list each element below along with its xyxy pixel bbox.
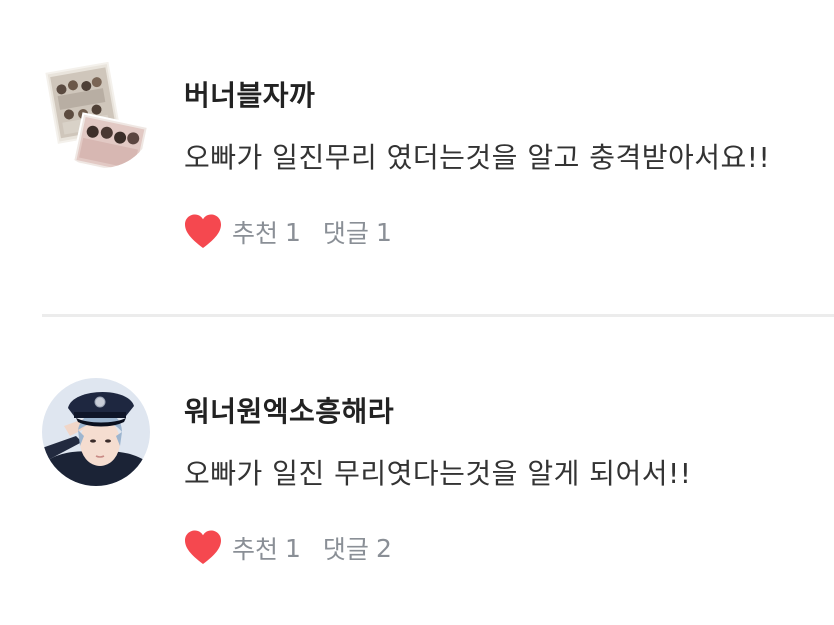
like-count: 1 <box>285 217 301 247</box>
avatar[interactable] <box>42 62 150 170</box>
like-button[interactable]: 추천 1 <box>184 214 301 250</box>
comment-actions: 추천 1 댓글 1 <box>184 212 392 252</box>
avatar-police-cap-salute-image <box>42 378 150 486</box>
divider <box>42 314 834 317</box>
reply-label: 댓글 <box>322 535 369 564</box>
comment-actions: 추천 1 댓글 2 <box>184 528 392 568</box>
avatar[interactable] <box>42 378 150 486</box>
reply-count: 1 <box>375 217 392 247</box>
reply-button[interactable]: 댓글 2 <box>323 530 392 566</box>
like-label: 추천 <box>232 535 279 564</box>
reply-label: 댓글 <box>322 219 369 248</box>
avatar-photo-collage-image <box>45 62 150 168</box>
reply-count: 2 <box>375 533 392 563</box>
heart-icon <box>185 214 221 248</box>
comment-list: 버너블자까 오빠가 일진무리 였더는것을 알고 충격받아서요!! 추천 1 댓글… <box>0 0 834 625</box>
like-button[interactable]: 추천 1 <box>184 530 301 566</box>
heart-icon <box>185 530 221 564</box>
comment-author[interactable]: 워너원엑소흥해라 <box>184 390 394 430</box>
comment-text: 오빠가 일진 무리엿다는것을 알게 되어서!! <box>184 457 692 490</box>
like-count: 1 <box>285 533 301 563</box>
like-label: 추천 <box>232 219 279 248</box>
comment-text: 오빠가 일진무리 였더는것을 알고 충격받아서요!! <box>184 141 771 174</box>
comment-author[interactable]: 버너블자까 <box>184 74 315 114</box>
reply-button[interactable]: 댓글 1 <box>323 214 392 250</box>
